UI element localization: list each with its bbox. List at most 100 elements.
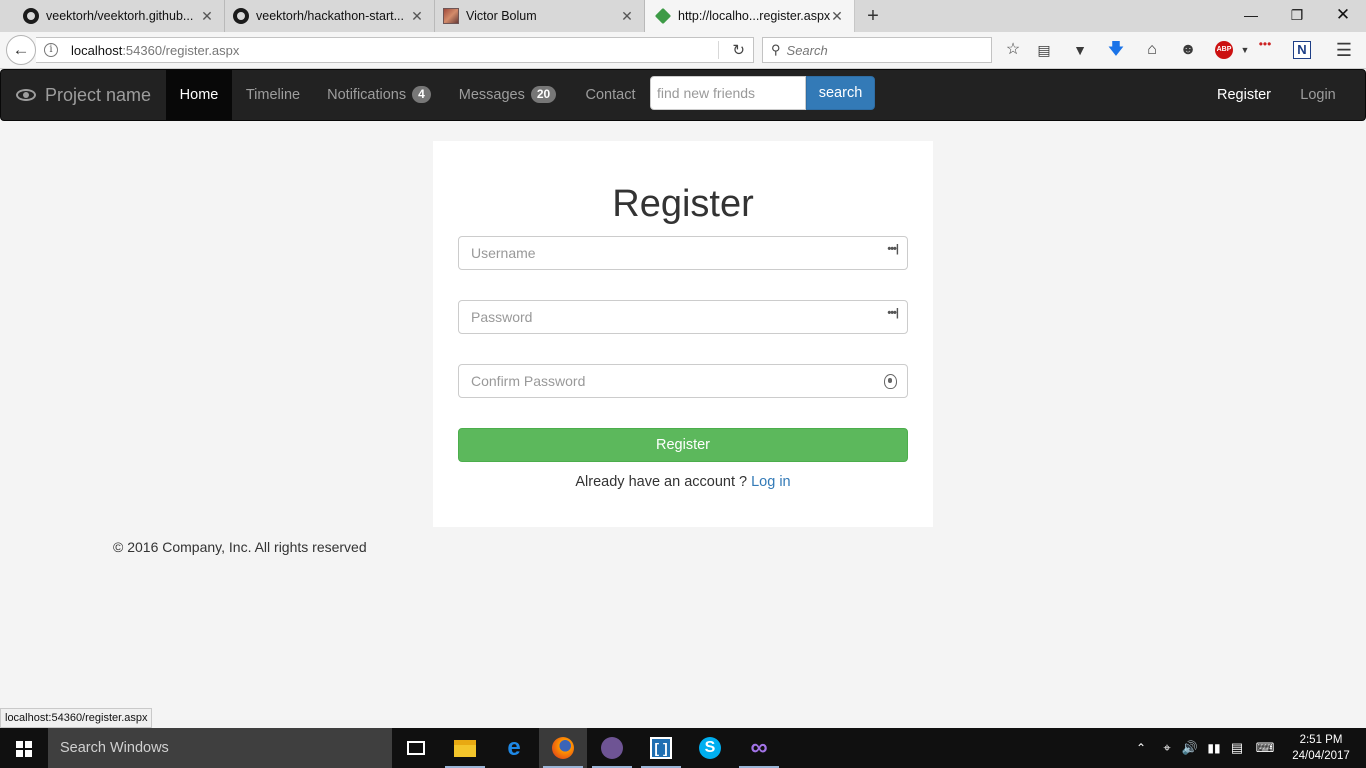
- taskbar-search-box[interactable]: Search Windows: [48, 728, 392, 768]
- visual-studio-icon: ∞: [750, 734, 768, 761]
- nav-timeline[interactable]: Timeline: [232, 70, 314, 120]
- github-icon: [233, 8, 249, 24]
- password-generator-icon[interactable]: [884, 374, 897, 389]
- url-path: :54360/register.aspx: [122, 42, 240, 58]
- confirm-password-input[interactable]: [459, 365, 859, 397]
- tab-title: veektorh/veektorh.github...: [46, 9, 194, 23]
- password-manager-icon[interactable]: •••|: [887, 307, 899, 319]
- action-center-icon[interactable]: ▤: [1227, 728, 1247, 768]
- cube-icon: [654, 7, 672, 25]
- register-submit-button[interactable]: Register: [458, 428, 908, 462]
- tab-title: veektorh/hackathon-start...: [256, 9, 404, 23]
- back-arrow-icon: ←: [12, 40, 30, 59]
- taskbar-visual-studio[interactable]: ∞: [735, 728, 783, 768]
- password-manager-icon[interactable]: •••|: [887, 243, 899, 255]
- nav-login-link[interactable]: Login: [1287, 70, 1349, 120]
- restore-window-button[interactable]: ❐: [1274, 0, 1320, 32]
- find-friends-input[interactable]: [650, 76, 806, 110]
- browser-tab[interactable]: veektorh/hackathon-start... ✕: [225, 0, 435, 32]
- chat-icon[interactable]: ☻: [1175, 37, 1201, 63]
- wifi-icon[interactable]: ⌖: [1156, 728, 1178, 768]
- taskbar-github-desktop[interactable]: [588, 728, 636, 768]
- password-input[interactable]: [459, 301, 859, 333]
- show-hidden-icons-button[interactable]: ⌃: [1131, 728, 1151, 768]
- browser-search-placeholder: Search: [786, 42, 828, 58]
- taskbar-file-explorer[interactable]: [441, 728, 489, 768]
- bookmark-star-icon[interactable]: ☆: [1000, 37, 1026, 63]
- url-host: localhost: [71, 42, 123, 58]
- site-navbar: Project name Home Timeline Notifications…: [0, 69, 1366, 121]
- brand-name: Project name: [45, 84, 152, 105]
- close-tab-icon[interactable]: ✕: [620, 9, 634, 23]
- photo-icon: [443, 8, 459, 24]
- new-tab-button[interactable]: +: [862, 6, 884, 26]
- confirm-password-field[interactable]: [458, 364, 908, 398]
- taskbar-firefox[interactable]: [539, 728, 587, 768]
- nav-contact[interactable]: Contact: [571, 70, 650, 120]
- nav-messages-label: Messages: [458, 87, 525, 103]
- urlbar-divider: [718, 41, 719, 59]
- volume-icon[interactable]: 🔊: [1180, 728, 1200, 768]
- search-icon: ⚲: [771, 42, 781, 57]
- nav-home[interactable]: Home: [166, 70, 232, 120]
- browser-tab[interactable]: veektorh/veektorh.github... ✕: [0, 0, 225, 32]
- register-title: Register: [612, 183, 754, 225]
- messages-count-badge: 20: [530, 85, 557, 103]
- nav-notifications[interactable]: Notifications 4: [314, 70, 444, 120]
- folder-icon: [454, 740, 476, 757]
- nav-messages[interactable]: Messages 20: [444, 70, 571, 120]
- start-button[interactable]: [0, 728, 48, 768]
- battery-icon[interactable]: ▮▮: [1203, 728, 1225, 768]
- pocket-icon[interactable]: ▼: [1067, 37, 1093, 63]
- clock-date: 24/04/2017: [1292, 750, 1350, 762]
- home-icon[interactable]: ⌂: [1139, 37, 1165, 63]
- reload-icon[interactable]: ↻: [732, 41, 745, 59]
- username-input[interactable]: [459, 237, 859, 269]
- github-desktop-icon: [601, 737, 623, 759]
- browser-toolbar: i localhost:54360/register.aspx ↻ ← ⚲ Se…: [0, 32, 1366, 69]
- windows-taskbar: Search Windows e [ ] S ∞ ⌃ ⌖ 🔊 ▮▮ ▤ ⌨ 2:…: [0, 728, 1366, 768]
- firefox-icon: [552, 737, 574, 759]
- address-bar[interactable]: i localhost:54360/register.aspx ↻: [36, 37, 754, 63]
- keyboard-icon[interactable]: ⌨: [1251, 728, 1279, 768]
- edge-icon: e: [507, 734, 521, 761]
- windows-logo-icon: [16, 741, 32, 757]
- close-tab-icon[interactable]: ✕: [200, 9, 214, 23]
- menu-hamburger-icon[interactable]: ☰: [1331, 37, 1357, 63]
- taskbar-clock[interactable]: 2:51 PM 24/04/2017: [1286, 732, 1356, 764]
- notifications-count-badge: 4: [412, 85, 431, 103]
- brand-link[interactable]: Project name: [1, 70, 151, 120]
- site-info-icon[interactable]: i: [44, 43, 58, 57]
- footer-copyright: © 2016 Company, Inc. All rights reserved: [113, 539, 367, 555]
- back-button[interactable]: ←: [6, 35, 36, 65]
- clock-time: 2:51 PM: [1299, 734, 1343, 746]
- extension-dots-icon[interactable]: •••: [1252, 31, 1278, 57]
- nav-notifications-label: Notifications: [327, 87, 407, 103]
- adblock-icon[interactable]: ABP: [1215, 41, 1233, 59]
- find-friends-search-button[interactable]: search: [806, 76, 875, 110]
- github-icon: [23, 8, 39, 24]
- login-prompt: Already have an account ? Log in: [433, 474, 933, 490]
- browser-tab-active[interactable]: http://localho...register.aspx ✕: [645, 0, 855, 32]
- eye-icon: [16, 89, 36, 101]
- task-view-icon: [407, 741, 425, 755]
- reader-list-icon[interactable]: ▤: [1031, 37, 1057, 63]
- minimize-window-button[interactable]: —: [1228, 0, 1274, 32]
- browser-search-field[interactable]: ⚲ Search: [762, 37, 992, 63]
- taskbar-app-brackets[interactable]: [ ]: [637, 728, 685, 768]
- close-tab-icon[interactable]: ✕: [410, 9, 424, 23]
- login-link[interactable]: Log in: [751, 474, 791, 490]
- username-field[interactable]: •••|: [458, 236, 908, 270]
- nav-register-link[interactable]: Register: [1204, 70, 1284, 120]
- close-tab-icon[interactable]: ✕: [830, 9, 844, 23]
- register-panel: Register •••| •••| Register Already have…: [433, 141, 933, 527]
- skype-icon: S: [699, 737, 721, 759]
- password-field[interactable]: •••|: [458, 300, 908, 334]
- taskbar-skype[interactable]: S: [686, 728, 734, 768]
- close-window-button[interactable]: ✕: [1320, 0, 1366, 32]
- download-icon[interactable]: 🡇: [1103, 37, 1129, 63]
- task-view-button[interactable]: [392, 728, 440, 768]
- taskbar-edge[interactable]: e: [490, 728, 538, 768]
- browser-tab[interactable]: Victor Bolum ✕: [435, 0, 645, 32]
- onenote-clipper-icon[interactable]: N: [1293, 41, 1311, 59]
